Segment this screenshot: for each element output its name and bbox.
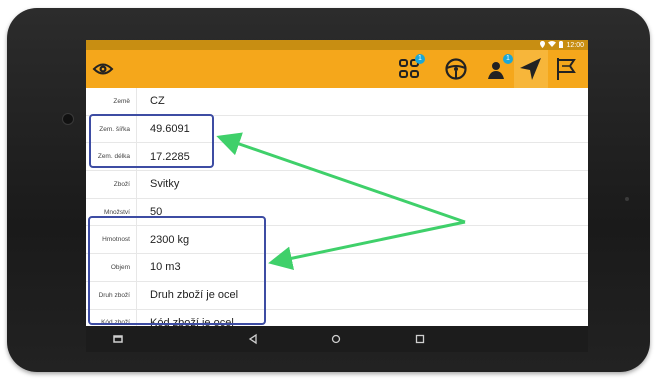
- flag-icon[interactable]: [552, 55, 580, 83]
- status-bar: 12:00: [86, 40, 588, 50]
- coordinates-highlight-box: [89, 114, 214, 168]
- row-label: Země: [113, 97, 130, 105]
- app-toolbar: 1 1: [86, 50, 588, 88]
- grid-dots-icon[interactable]: 1: [396, 54, 425, 83]
- notification-badge: 1: [415, 54, 425, 64]
- menu-square-icon[interactable]: [111, 332, 125, 346]
- row-label: Zboží: [113, 180, 130, 188]
- steering-wheel-icon[interactable]: [442, 55, 470, 83]
- person-notification-icon[interactable]: 1: [484, 54, 513, 83]
- back-icon[interactable]: [246, 332, 260, 346]
- navigation-arrow-icon[interactable]: [514, 50, 548, 88]
- android-navigation-bar: [86, 326, 588, 352]
- list-item: Země CZ: [86, 88, 588, 116]
- wifi-icon: [548, 41, 557, 49]
- home-icon[interactable]: [329, 332, 343, 346]
- status-time: 12:00: [566, 41, 584, 49]
- front-camera: [62, 113, 74, 125]
- list-item: Zboží Svitky: [86, 171, 588, 199]
- location-icon: [540, 40, 546, 50]
- recent-apps-icon[interactable]: [413, 332, 427, 346]
- row-value: CZ: [150, 95, 165, 108]
- row-value: Svitky: [150, 178, 180, 191]
- cargo-details-highlight-box: [88, 216, 266, 325]
- proximity-sensor: [625, 197, 629, 201]
- eye-logo-icon[interactable]: [92, 58, 114, 80]
- notification-badge: 1: [503, 54, 513, 64]
- row-label: Množství: [103, 208, 130, 216]
- battery-icon: [559, 40, 564, 50]
